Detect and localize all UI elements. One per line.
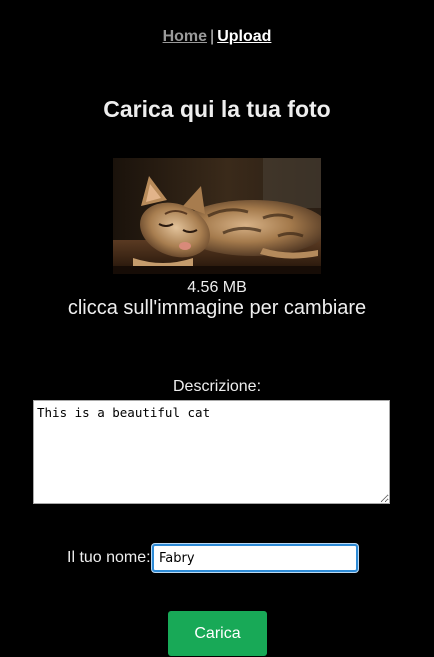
submit-button[interactable]: Carica xyxy=(168,611,267,656)
file-size: 4.56 MB xyxy=(187,279,247,296)
nav-separator: | xyxy=(210,28,215,45)
page-title: Carica qui la tua foto xyxy=(103,96,331,122)
change-image-hint: clicca sull'immagine per cambiare xyxy=(67,297,367,319)
name-label: Il tuo nome: xyxy=(67,549,151,566)
name-input[interactable] xyxy=(152,544,358,572)
cat-photo[interactable] xyxy=(113,158,321,274)
top-nav: Home | Upload xyxy=(0,28,434,46)
nav-upload-link[interactable]: Upload xyxy=(217,28,271,45)
description-textarea[interactable]: This is a beautiful cat xyxy=(33,400,390,504)
name-row: Il tuo nome: xyxy=(0,544,434,572)
description-label: Descrizione: xyxy=(172,378,262,395)
nav-home-link[interactable]: Home xyxy=(163,28,207,45)
